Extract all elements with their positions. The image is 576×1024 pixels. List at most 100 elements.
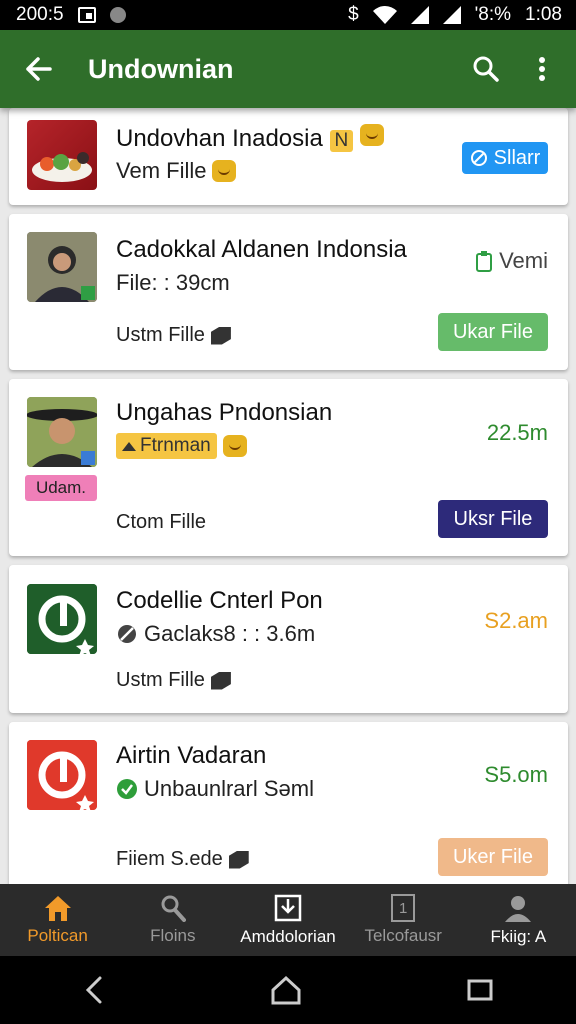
person-thumbnail: [27, 397, 97, 467]
badge-n-text: N: [334, 130, 349, 151]
start-button-label: Sllarr: [493, 146, 541, 169]
search-icon: [473, 56, 499, 82]
list-item[interactable]: Undovhan Inadosia N Vem Fille Sllarr: [9, 108, 568, 205]
tag-icon: [228, 850, 249, 869]
emoji-icon: [222, 435, 247, 457]
signal-icon: [410, 6, 429, 24]
one-icon-label: 1: [399, 899, 408, 917]
home-nav-button[interactable]: [270, 975, 302, 1005]
status-time-left: 200:5: [16, 4, 64, 25]
item-subtitle: Gaclaks8 : : 3.6m: [116, 621, 315, 647]
item-subtitle: Unbaunlrarl Səml: [116, 776, 314, 802]
item-footer: Ctom Fille: [116, 511, 207, 533]
item-right-value: Vemi: [475, 248, 548, 274]
item-title: Cadokkal Aldanen Indonsia: [116, 236, 407, 263]
system-navigation-bar: [0, 956, 576, 1024]
list-item[interactable]: Udam. Ungahas Pndonsian Ftrnman Ctom Fil…: [9, 379, 568, 556]
category-pill-text: Ftrnman: [140, 435, 211, 456]
app-logo-thumbnail: [27, 584, 97, 654]
block-icon: [470, 150, 487, 166]
person-icon: [505, 896, 532, 922]
item-subtitle: File: : 39cm: [116, 270, 230, 295]
tag-icon: [210, 671, 231, 690]
list-item[interactable]: Airtin Vadaran Unbaunlrarl Səml Fiiem S.…: [9, 722, 568, 884]
list-item[interactable]: Cadokkal Aldanen Indonsia File: : 39cm U…: [9, 214, 568, 370]
item-right-value-text: Vemi: [499, 248, 548, 273]
item-subtitle-text: Gaclaks8 : : 3.6m: [144, 621, 316, 646]
item-right-value-text: S5.om: [484, 762, 548, 787]
item-right-value: 22.5m: [487, 420, 548, 446]
smiley-icon: [212, 160, 237, 182]
search-button[interactable]: [464, 47, 508, 91]
recents-nav-button[interactable]: [466, 976, 494, 1004]
app-notification-icon: [109, 7, 126, 23]
item-right-value-text: S2.am: [484, 608, 548, 633]
check-circle-icon: [117, 779, 137, 799]
status-time: 1:08: [525, 4, 562, 25]
item-title: Airtin Vadaran: [116, 742, 267, 769]
item-subtitle-text: Unbaunlrarl Səml: [144, 776, 314, 801]
item-right-value: S2.am: [484, 608, 548, 634]
signal-icon-2: [442, 6, 461, 24]
nav-item-download-label: Amddolorian: [240, 927, 336, 946]
search-icon: [161, 895, 186, 922]
wifi-icon: [372, 6, 397, 24]
nav-item-search-label: Floins: [150, 926, 196, 945]
item-footer: Ustm Fille: [116, 669, 231, 692]
item-subtitle: Ftrnman: [116, 433, 247, 459]
category-pill: Ftrnman: [116, 433, 217, 459]
badge-n: N: [329, 130, 354, 152]
block-icon: [118, 625, 136, 643]
tag-icon: [210, 326, 231, 345]
money-icon: $: [348, 4, 359, 25]
list-item[interactable]: Codellie Cnterl Pon Gaclaks8 : : 3.6m Us…: [9, 565, 568, 713]
item-subtitle-text: Vem Fille: [116, 158, 207, 183]
nav-item-profile[interactable]: Fkiig: A: [461, 884, 576, 956]
more-vert-icon: [539, 57, 545, 81]
food-thumbnail: [27, 120, 97, 190]
status-badge: Udam.: [25, 475, 97, 501]
item-title: Undovhan Inadosia N: [116, 124, 384, 153]
status-bar: 200:5 $ '8:% 1:08: [0, 0, 576, 30]
back-nav-button[interactable]: [82, 975, 106, 1005]
user-file-button[interactable]: Uksr File: [438, 500, 548, 538]
nav-item-home[interactable]: Poltican: [0, 884, 115, 956]
nav-item-search[interactable]: Floins: [115, 884, 230, 956]
item-title: Codellie Cnterl Pon: [116, 587, 323, 614]
notification-icon: [77, 7, 96, 23]
item-title: Ungahas Pndonsian: [116, 399, 333, 426]
item-footer: Fiiem S.ede: [116, 848, 249, 871]
emoji-icon: [359, 124, 384, 146]
nav-item-profile-label: Fkiig: A: [490, 927, 547, 946]
item-subtitle: Vem Fille: [116, 158, 237, 184]
item-right-value-text: 22.5m: [486, 420, 548, 445]
more-options-button[interactable]: [520, 47, 564, 91]
back-button[interactable]: [18, 49, 58, 89]
user-file-button[interactable]: Uker File: [438, 838, 548, 876]
caret-up-icon: [122, 441, 136, 451]
item-footer-text: Ustm Fille: [116, 669, 205, 691]
one-icon: 1: [391, 894, 416, 922]
item-right-value: S5.om: [484, 762, 548, 788]
bottom-navigation: Poltican Floins Amddolorian 1 Telcofausr…: [0, 884, 576, 956]
download-icon: [274, 894, 302, 922]
item-footer: Ustm Fille: [116, 324, 231, 347]
item-title-text: Undovhan Inadosia: [116, 125, 323, 152]
person-thumbnail: [27, 232, 97, 302]
item-footer-text: Ustm Fille: [116, 324, 205, 346]
app-logo-thumbnail: [27, 740, 97, 810]
start-button[interactable]: Sllarr: [462, 142, 548, 174]
home-icon: [44, 896, 71, 921]
item-footer-text: Fiiem S.ede: [116, 848, 223, 870]
upload-file-button[interactable]: Ukar File: [438, 313, 548, 351]
nav-item-tele-label: Telcofausr: [364, 926, 442, 945]
app-bar: Undownian: [0, 30, 576, 108]
nav-item-download[interactable]: Amddolorian: [230, 884, 345, 956]
status-battery-text: '8:%: [474, 4, 512, 25]
nav-item-tele[interactable]: 1 Telcofausr: [346, 884, 461, 956]
page-title: Undownian: [88, 53, 234, 84]
file-list: Undovhan Inadosia N Vem Fille Sllarr Cad…: [0, 108, 576, 884]
clipboard-icon: [476, 251, 493, 272]
nav-item-home-label: Poltican: [27, 926, 88, 945]
arrow-left-icon: [26, 57, 52, 81]
